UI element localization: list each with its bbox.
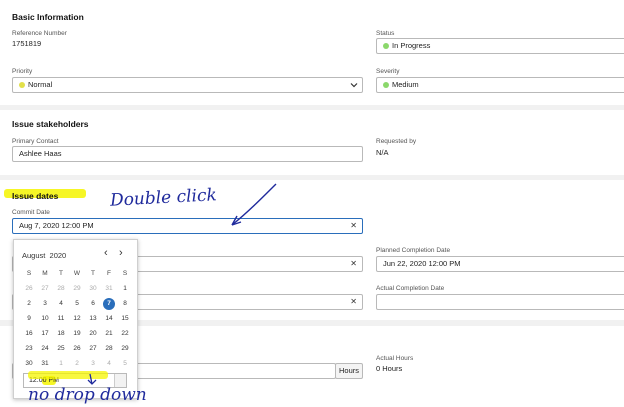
annotation-arrow-time [87,373,97,385]
